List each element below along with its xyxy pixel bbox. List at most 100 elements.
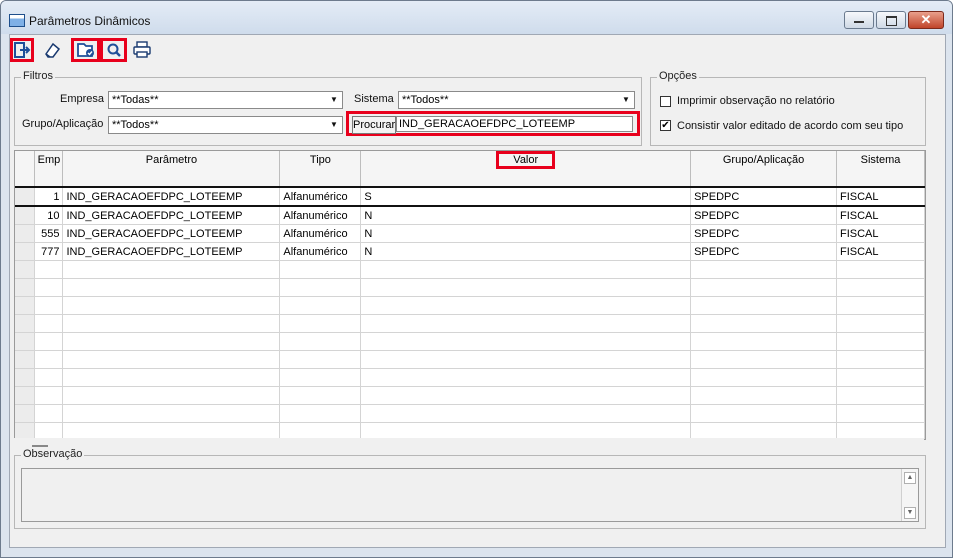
- minimize-icon: [854, 21, 864, 23]
- col-header-grupo[interactable]: Grupo/Aplicação: [690, 151, 837, 188]
- empty-cell: [836, 260, 925, 279]
- empty-cell: [62, 350, 281, 369]
- cell-valor[interactable]: N: [360, 242, 692, 261]
- empty-cell: [836, 278, 925, 297]
- cell-parametro[interactable]: IND_GERACAOEFDPC_LOTEEMP: [62, 242, 281, 261]
- cell-valor[interactable]: N: [360, 206, 692, 225]
- empty-cell: [360, 278, 692, 297]
- cell-grupo[interactable]: SPEDPC: [690, 206, 837, 225]
- cell-tipo[interactable]: Alfanumérico: [279, 242, 362, 261]
- empty-cell: [15, 368, 36, 387]
- empty-cell: [34, 296, 64, 315]
- row-selector[interactable]: [15, 186, 36, 207]
- col-header-emp[interactable]: Emp: [34, 151, 64, 188]
- empty-rows: [15, 260, 925, 439]
- empty-cell: [360, 296, 692, 315]
- empty-cell: [690, 350, 837, 369]
- cell-sistema[interactable]: FISCAL: [836, 242, 925, 261]
- empty-cell: [34, 386, 64, 405]
- minimize-button[interactable]: [844, 11, 874, 29]
- scroll-grip-icon[interactable]: [32, 445, 48, 447]
- cell-sistema[interactable]: FISCAL: [836, 186, 925, 207]
- cell-tipo[interactable]: Alfanumérico: [279, 224, 362, 243]
- cell-tipo[interactable]: Alfanumérico: [279, 206, 362, 225]
- cell-emp[interactable]: 555: [34, 224, 64, 243]
- empty-cell: [15, 404, 36, 423]
- empty-row: [15, 260, 925, 279]
- cell-parametro[interactable]: IND_GERACAOEFDPC_LOTEEMP: [62, 186, 281, 207]
- col-header-tipo[interactable]: Tipo: [279, 151, 362, 188]
- empty-cell: [360, 368, 692, 387]
- empty-cell: [62, 332, 281, 351]
- col-header-valor[interactable]: Valor: [360, 151, 692, 188]
- print-button[interactable]: [130, 38, 154, 62]
- filtros-legend: Filtros: [21, 70, 55, 82]
- empty-cell: [690, 386, 837, 405]
- consistir-label[interactable]: Consistir valor editado de acordo com se…: [677, 120, 903, 132]
- empty-cell: [690, 314, 837, 333]
- empty-cell: [279, 296, 362, 315]
- imprimir-checkbox[interactable]: [660, 96, 671, 107]
- cell-emp[interactable]: 1: [34, 186, 64, 207]
- empty-row: [15, 296, 925, 315]
- empty-cell: [15, 260, 36, 279]
- cell-valor[interactable]: N: [360, 224, 692, 243]
- empty-cell: [836, 386, 925, 405]
- title-bar[interactable]: Parâmetros Dinâmicos ✕: [1, 1, 952, 34]
- observacao-vertical-scrollbar[interactable]: ▲ ▼: [901, 469, 918, 521]
- cell-valor[interactable]: S: [360, 186, 692, 207]
- load-button[interactable]: [71, 38, 100, 62]
- cell-parametro[interactable]: IND_GERACAOEFDPC_LOTEEMP: [62, 206, 281, 225]
- maximize-button[interactable]: [876, 11, 906, 29]
- parameters-grid[interactable]: Emp Parâmetro Tipo Valor Grupo/Aplicação…: [14, 150, 926, 440]
- valor-header-label: Valor: [496, 151, 556, 169]
- grupo-value: **Todos**: [112, 119, 159, 131]
- chevron-down-icon[interactable]: ▼: [327, 93, 341, 107]
- chevron-down-icon[interactable]: ▼: [619, 93, 633, 107]
- empresa-combo[interactable]: **Todas** ▼: [108, 91, 343, 109]
- cell-grupo[interactable]: SPEDPC: [690, 224, 837, 243]
- grupo-combo[interactable]: **Todos** ▼: [108, 116, 343, 134]
- imprimir-label[interactable]: Imprimir observação no relatório: [677, 95, 835, 107]
- close-button[interactable]: ✕: [908, 11, 944, 29]
- table-row[interactable]: 555 IND_GERACAOEFDPC_LOTEEMP Alfanuméric…: [15, 224, 925, 243]
- empty-cell: [34, 314, 64, 333]
- row-selector[interactable]: [15, 206, 36, 225]
- sistema-combo[interactable]: **Todos** ▼: [398, 91, 635, 109]
- row-selector[interactable]: [15, 224, 36, 243]
- folder-check-icon: [77, 43, 94, 57]
- cell-sistema[interactable]: FISCAL: [836, 206, 925, 225]
- grid-horizontal-scrollbar[interactable]: [14, 438, 924, 452]
- observacao-textarea[interactable]: ▲ ▼: [21, 468, 919, 522]
- consistir-checkbox[interactable]: ✔: [660, 120, 671, 131]
- table-row[interactable]: 10 IND_GERACAOEFDPC_LOTEEMP Alfanumérico…: [15, 206, 925, 225]
- cell-grupo[interactable]: SPEDPC: [690, 186, 837, 207]
- scroll-down-icon[interactable]: ▼: [904, 507, 916, 519]
- table-row[interactable]: 1 IND_GERACAOEFDPC_LOTEEMP Alfanumérico …: [15, 186, 925, 207]
- empty-cell: [34, 404, 64, 423]
- row-selector[interactable]: [15, 242, 36, 261]
- procurar-button[interactable]: Procurar: [352, 116, 396, 134]
- chevron-down-icon[interactable]: ▼: [327, 118, 341, 132]
- scroll-up-icon[interactable]: ▲: [904, 472, 916, 484]
- empty-cell: [836, 296, 925, 315]
- cell-sistema[interactable]: FISCAL: [836, 224, 925, 243]
- col-header-sistema[interactable]: Sistema: [836, 151, 925, 188]
- table-row[interactable]: 777 IND_GERACAOEFDPC_LOTEEMP Alfanuméric…: [15, 242, 925, 261]
- search-button[interactable]: [100, 38, 127, 62]
- clear-button[interactable]: [41, 38, 65, 62]
- empty-cell: [15, 278, 36, 297]
- cell-grupo[interactable]: SPEDPC: [690, 242, 837, 261]
- procurar-input[interactable]: IND_GERACAOEFDPC_LOTEEMP: [396, 116, 633, 132]
- toolbar: [10, 35, 945, 65]
- exit-button[interactable]: [10, 38, 34, 62]
- cell-emp[interactable]: 10: [34, 206, 64, 225]
- cell-parametro[interactable]: IND_GERACAOEFDPC_LOTEEMP: [62, 224, 281, 243]
- window-title: Parâmetros Dinâmicos: [29, 14, 151, 28]
- eraser-icon: [45, 42, 61, 58]
- cell-tipo[interactable]: Alfanumérico: [279, 186, 362, 207]
- empty-cell: [360, 314, 692, 333]
- col-header-parametro[interactable]: Parâmetro: [62, 151, 281, 188]
- empty-row: [15, 368, 925, 387]
- cell-emp[interactable]: 777: [34, 242, 64, 261]
